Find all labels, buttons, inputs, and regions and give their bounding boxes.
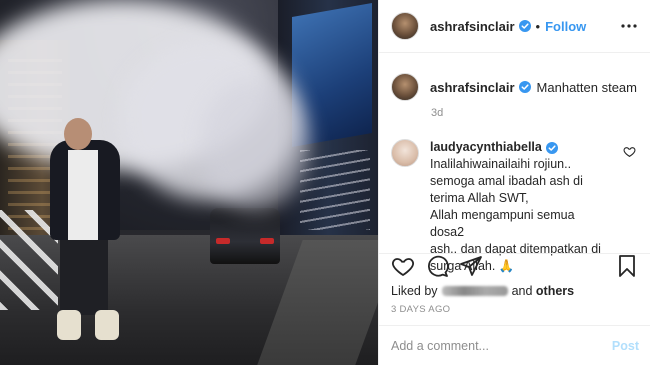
post-comment-button[interactable]: Post [612, 339, 639, 353]
more-options-icon[interactable] [618, 15, 640, 37]
commenter-avatar[interactable] [391, 139, 419, 167]
likes-summary: Liked by and others [391, 284, 639, 298]
post-side-panel: ashrafsinclair • Follow ashrafsinclair M… [378, 0, 650, 365]
header-separator: • [535, 18, 541, 34]
share-icon[interactable] [459, 254, 483, 278]
comment-icon[interactable] [425, 254, 449, 278]
comment-line: semoga amal ibadah ash di [430, 174, 583, 188]
likes-others-link[interactable]: others [536, 284, 574, 298]
add-comment-input[interactable]: Add a comment... [391, 339, 612, 353]
photo-person-shirt [68, 150, 98, 240]
photo-person-head [64, 118, 92, 150]
comment-like-heart-icon[interactable] [623, 145, 636, 158]
photo-person-shoe [57, 310, 81, 340]
caption-username[interactable]: ashrafsinclair [430, 80, 515, 95]
commenter-username[interactable]: laudyacynthiabella [430, 139, 542, 156]
posted-time: 3 DAYS AGO [391, 304, 451, 315]
likes-and: and [511, 284, 533, 298]
author-username[interactable]: ashrafsinclair [430, 19, 515, 34]
post-photo[interactable] [0, 0, 378, 365]
caption-time: 3d [431, 107, 444, 119]
comment-line: terima Allah SWT, [430, 191, 529, 205]
photo-car [210, 208, 280, 264]
photo-person-shoe [95, 310, 119, 340]
post-header: ashrafsinclair • Follow [379, 0, 650, 53]
verified-badge-icon [518, 81, 531, 93]
add-comment-bar: Add a comment... Post [379, 325, 650, 365]
commenter-username-row: laudyacynthiabella [430, 139, 605, 156]
author-avatar[interactable] [391, 12, 419, 40]
follow-button[interactable]: Follow [545, 19, 586, 34]
liker-username-redacted [441, 286, 508, 296]
bookmark-icon[interactable] [615, 254, 639, 278]
comments-section: ashrafsinclair Manhatten steam 3d laudya… [379, 53, 650, 273]
verified-badge-icon [545, 141, 558, 154]
caption-row: ashrafsinclair Manhatten steam [391, 73, 640, 101]
comment-line: Inalilahiwainailaihi rojiun.. [430, 157, 572, 171]
photo-person-legs [60, 235, 108, 315]
likes-prefix: Liked by [391, 284, 438, 298]
caption-author-avatar[interactable] [391, 73, 419, 101]
verified-badge-icon [518, 20, 531, 32]
caption-text: ashrafsinclair Manhatten steam [430, 80, 637, 95]
caption-body: Manhatten steam [536, 79, 637, 95]
comment-line: Allah mengampuni semua dosa2 [430, 208, 575, 239]
heart-icon[interactable] [391, 254, 415, 278]
action-icons [391, 254, 639, 278]
photo-steam [200, 80, 310, 210]
photo-street-lights [300, 150, 370, 230]
post-actions: Liked by and others 3 DAYS AGO [379, 253, 650, 323]
